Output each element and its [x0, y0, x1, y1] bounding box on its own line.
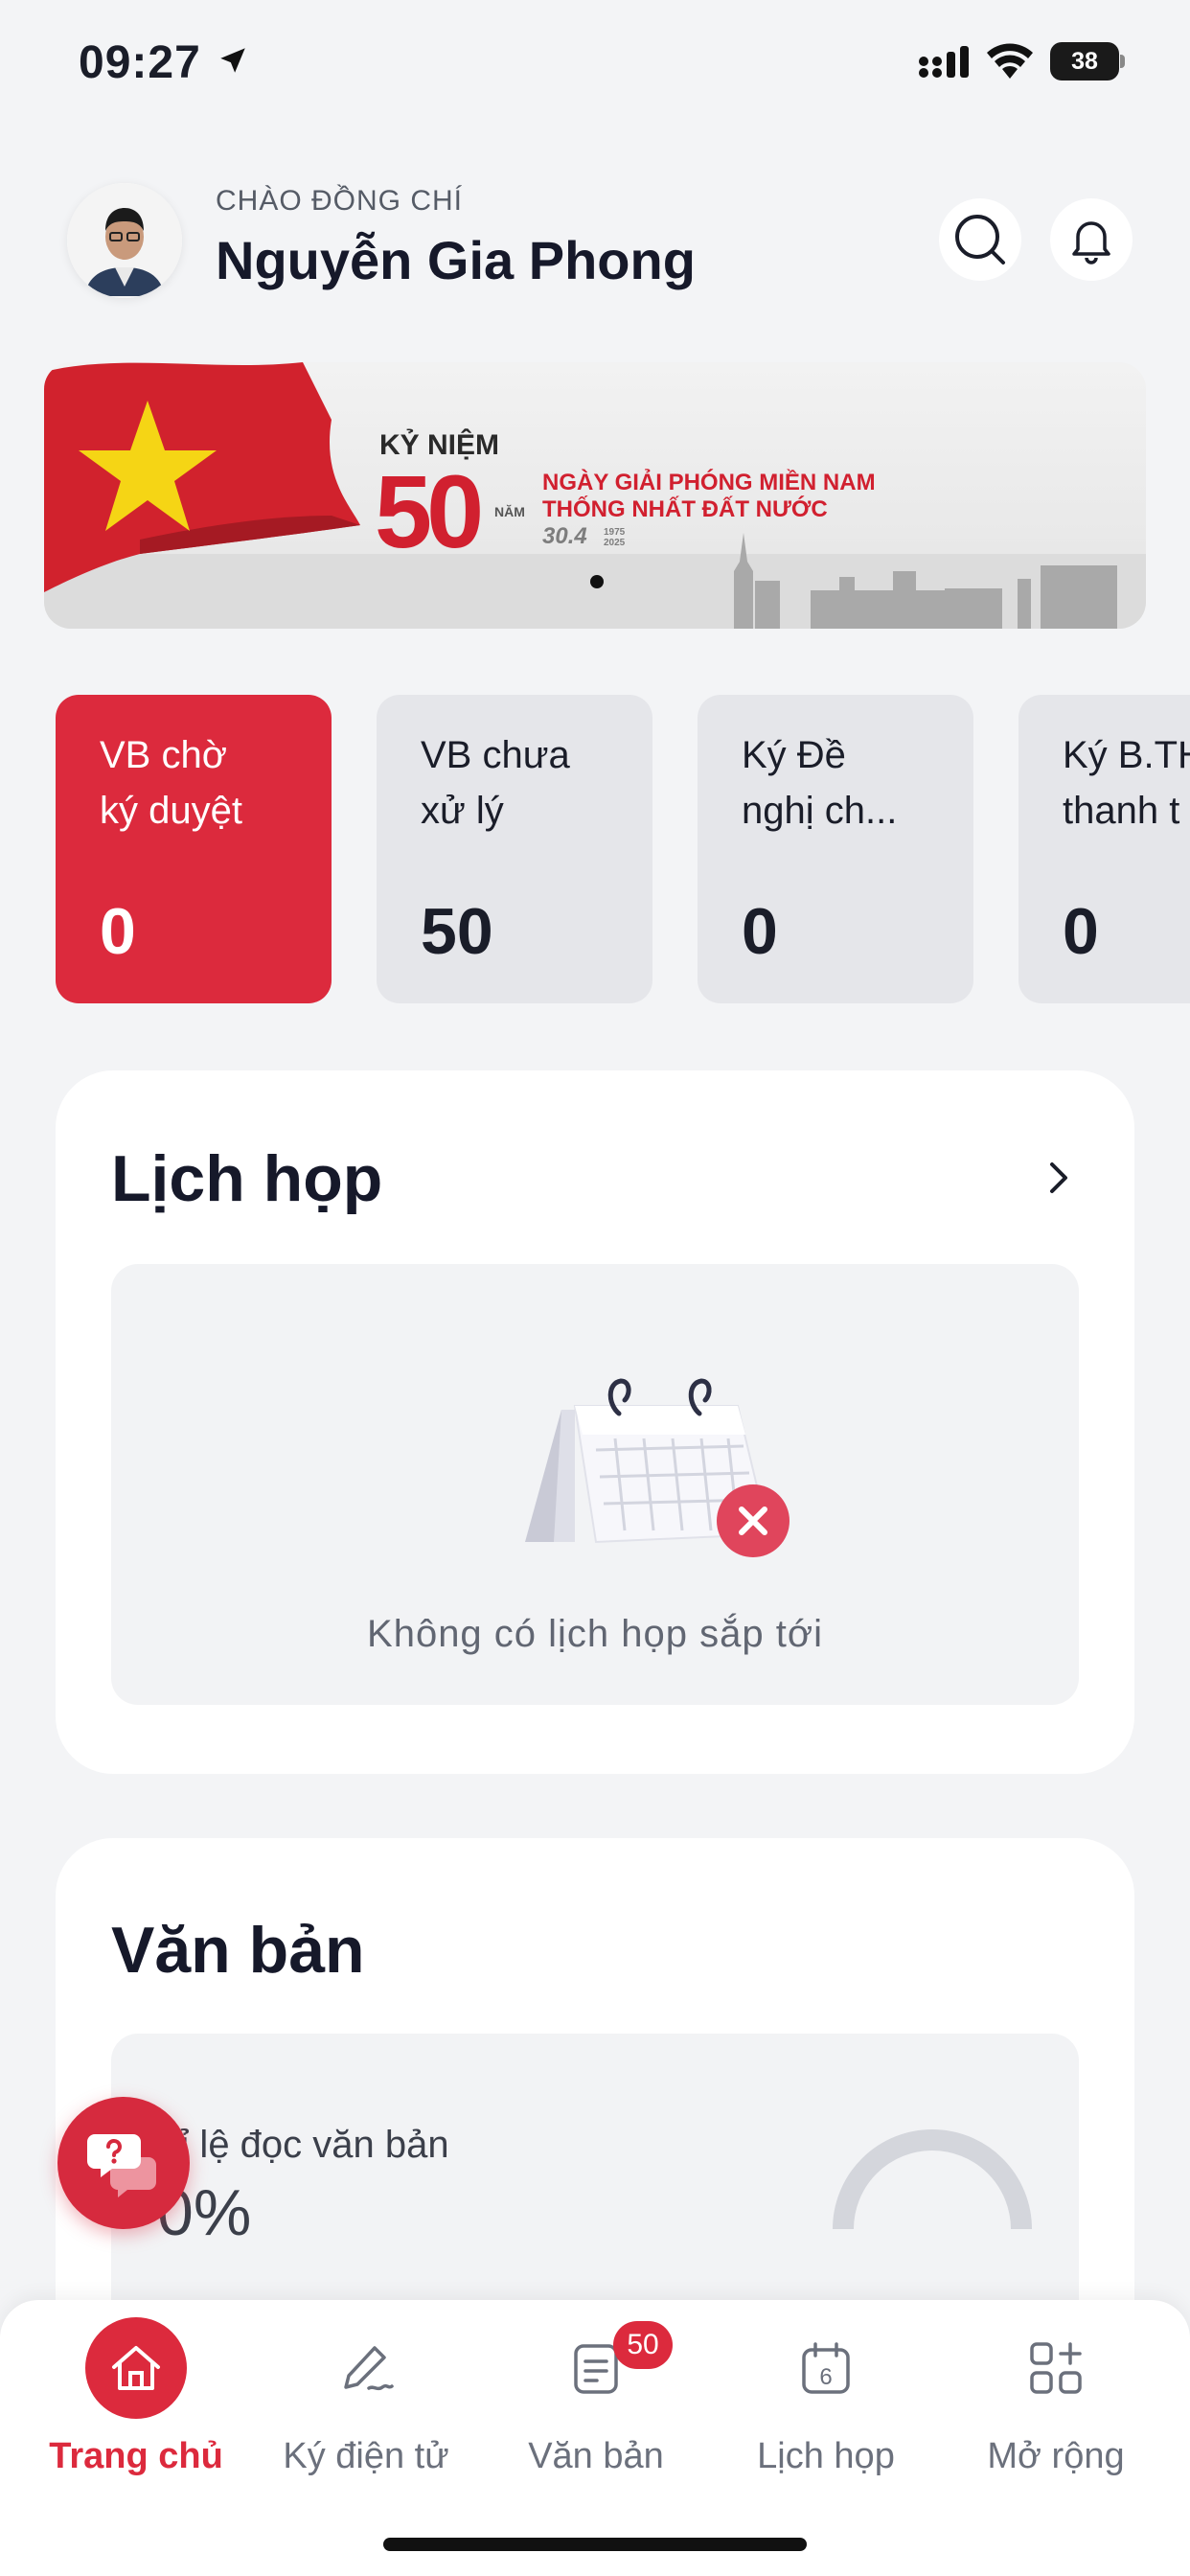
- avatar[interactable]: [67, 183, 182, 298]
- nav-label: Lịch họp: [757, 2436, 895, 2476]
- nav-documents[interactable]: 50 Văn bản: [481, 2317, 711, 2499]
- stat-value: 0: [1063, 895, 1099, 968]
- user-name: Nguyễn Gia Phong: [216, 230, 696, 290]
- pen-icon: [315, 2317, 417, 2419]
- stat-label: VB chưa xử lý: [421, 734, 570, 832]
- battery-icon: 38: [1050, 42, 1125, 80]
- home-indicator: [383, 2538, 807, 2551]
- stat-value: 50: [421, 895, 493, 968]
- meetings-section: Lịch họp Không có lịch họp sắp tới: [56, 1070, 1134, 1774]
- meetings-empty-text: Không có lịch họp sắp tới: [367, 1613, 823, 1655]
- nav-more[interactable]: Mở rộng: [941, 2317, 1171, 2499]
- read-rate-label: Tỉ lệ đọc văn bản: [157, 2124, 449, 2166]
- nav-home[interactable]: Trang chủ: [21, 2317, 251, 2499]
- carousel-dot[interactable]: [590, 575, 604, 588]
- stat-label: VB chờ ký duyệt: [100, 734, 242, 832]
- bell-icon: [1072, 221, 1110, 264]
- read-rate-gauge: [833, 2129, 1032, 2230]
- stat-value: 0: [742, 895, 778, 968]
- nav-label: Mở rộng: [987, 2436, 1125, 2476]
- meetings-empty-state: Không có lịch họp sắp tới: [111, 1264, 1079, 1705]
- calendar-icon: 6: [775, 2317, 877, 2419]
- stat-label: Ký Đề nghị ch...: [742, 734, 898, 832]
- status-time: 09:27: [79, 37, 201, 88]
- stat-value: 0: [100, 895, 136, 968]
- stat-label: Ký B.TH thanh t: [1063, 734, 1190, 832]
- notification-button[interactable]: [1050, 198, 1133, 281]
- stat-card-sign-proposal[interactable]: Ký Đề nghị ch... 0: [698, 695, 973, 1003]
- battery-level: 38: [1050, 42, 1119, 80]
- cellular-signal-icon: [919, 46, 969, 78]
- documents-title[interactable]: Văn bản: [111, 1913, 365, 1988]
- banner-nam: NĂM: [494, 504, 525, 519]
- chevron-right-icon[interactable]: [1037, 1157, 1079, 1199]
- calendar-empty-icon: [525, 1378, 790, 1557]
- bottom-navigation: Trang chủ Ký điện tử 50 Văn bản 6 Lịch h…: [0, 2300, 1190, 2576]
- vietnam-flag: [44, 362, 360, 592]
- greeting-label: CHÀO ĐỒNG CHÍ: [216, 185, 464, 217]
- stat-card-pending-approval[interactable]: VB chờ ký duyệt 0: [56, 695, 332, 1003]
- home-icon: [85, 2317, 187, 2419]
- documents-badge: 50: [613, 2321, 673, 2369]
- status-bar: 09:27 38: [0, 0, 1190, 125]
- help-button[interactable]: [57, 2097, 190, 2229]
- nav-label: Trang chủ: [49, 2436, 223, 2476]
- nav-meetings[interactable]: 6 Lịch họp: [711, 2317, 941, 2499]
- user-photo: [67, 183, 182, 298]
- stat-cards-row[interactable]: VB chờ ký duyệt 0 VB chưa xử lý 50 Ký Đề…: [56, 695, 1190, 1003]
- nav-label: Văn bản: [528, 2436, 664, 2476]
- meetings-title[interactable]: Lịch họp: [111, 1141, 382, 1216]
- anniversary-banner[interactable]: KỶ NIỆM 50 NĂM NGÀY GIẢI PHÓNG MIỀN NAM …: [44, 362, 1146, 629]
- banner-line-2: THỐNG NHẤT ĐẤT NƯỚC: [542, 496, 828, 522]
- banner-date: 30.4: [542, 523, 587, 549]
- location-arrow-icon: [220, 48, 245, 73]
- search-icon: [955, 215, 1005, 264]
- banner-number: 50: [375, 453, 484, 569]
- header: CHÀO ĐỒNG CHÍ Nguyễn Gia Phong: [0, 177, 1190, 302]
- calendar-day: 6: [819, 2364, 832, 2390]
- apps-icon: [1005, 2317, 1107, 2419]
- banner-years: 1975 2025: [604, 527, 626, 548]
- search-button[interactable]: [939, 198, 1021, 281]
- stat-card-unprocessed[interactable]: VB chưa xử lý 50: [377, 695, 652, 1003]
- banner-line-1: NGÀY GIẢI PHÓNG MIỀN NAM: [542, 470, 876, 495]
- chat-help-icon: [87, 2134, 156, 2197]
- wifi-icon: [987, 43, 1033, 79]
- stat-card-sign-report[interactable]: Ký B.TH thanh t 0: [1018, 695, 1190, 1003]
- nav-e-sign[interactable]: Ký điện tử: [251, 2317, 481, 2499]
- nav-label: Ký điện tử: [283, 2436, 449, 2476]
